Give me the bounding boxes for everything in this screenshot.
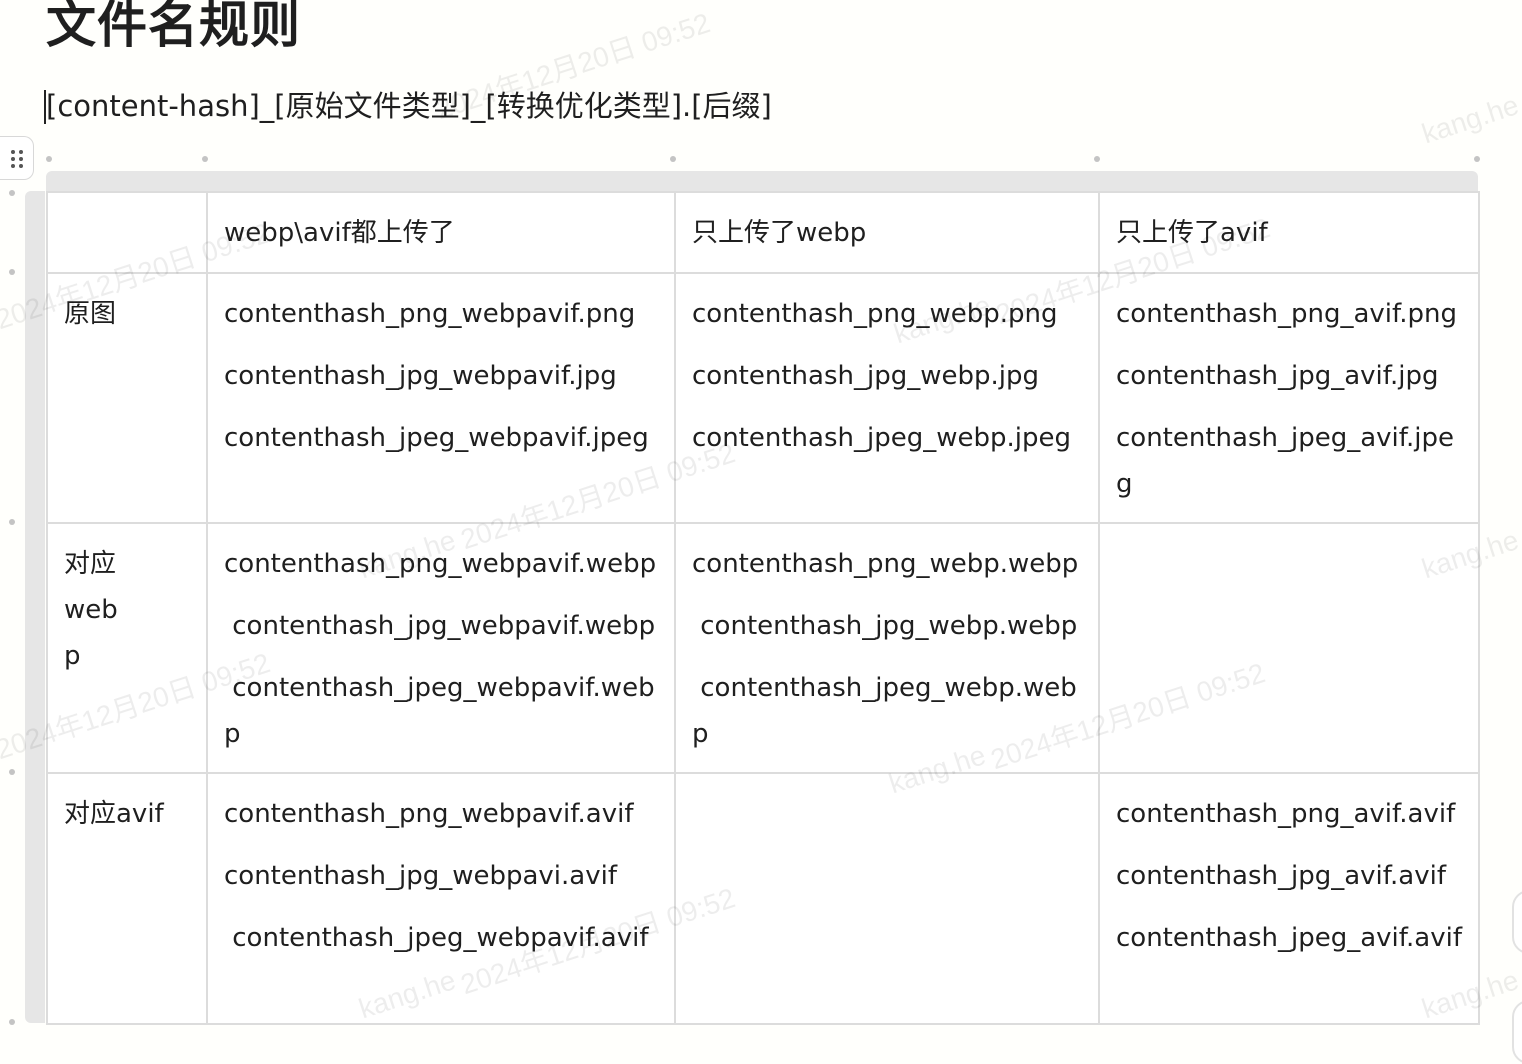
row-label-webp[interactable]: 对应webp (46, 522, 208, 774)
filename-text: contenthash_png_webpavif.avif (224, 799, 634, 829)
table-cell[interactable]: contenthash_png_webp.webp contenthash_jp… (674, 522, 1100, 774)
row-resize-dot[interactable] (9, 769, 15, 775)
filename-text: contenthash_jpeg_webp.webp (692, 673, 1077, 749)
filename-text: contenthash_png_avif.avif (1116, 799, 1456, 829)
filename-text: contenthash_jpeg_avif.jpeg (1116, 423, 1454, 499)
filename-text: contenthash_jpeg_avif.avif (1116, 923, 1462, 953)
filename-rule-text[interactable]: [content-hash]_[原始文件类型]_[转换优化类型].[后缀] (46, 86, 772, 126)
table-header-row: webp\avif都上传了 只上传了webp 只上传了avif (46, 191, 1480, 274)
floating-side-button[interactable] (1512, 1000, 1522, 1064)
filename-text: contenthash_png_webp.webp (692, 549, 1079, 579)
filename-text: contenthash_png_webpavif.png (224, 299, 636, 329)
table-column-selector-bar[interactable] (46, 171, 1478, 191)
empty-table-cell[interactable] (1098, 522, 1480, 774)
column-resize-dot[interactable] (670, 156, 676, 162)
table-row: 对应avif contenthash_png_webpavif.avif con… (46, 772, 1480, 1025)
empty-table-cell[interactable] (674, 772, 1100, 1025)
table-cell[interactable]: contenthash_png_webpavif.png contenthash… (206, 272, 676, 524)
table-cell[interactable] (46, 191, 208, 274)
filename-text: contenthash_png_webpavif.webp (224, 549, 657, 579)
table-cell[interactable]: contenthash_png_avif.avif contenthash_jp… (1098, 772, 1480, 1025)
column-resize-dot[interactable] (202, 156, 208, 162)
column-resize-dot[interactable] (1474, 156, 1480, 162)
filename-text: contenthash_png_webp.png (692, 299, 1058, 329)
row-label-text: 对应webp (64, 549, 118, 671)
floating-side-button[interactable] (1512, 890, 1522, 954)
filename-text: contenthash_jpg_webpavi.avif (224, 861, 617, 891)
page-title: 文件名规则 (46, 0, 301, 54)
filename-text: contenthash_jpeg_webp.jpeg (692, 423, 1071, 453)
row-resize-dot[interactable] (9, 1019, 15, 1025)
filename-text: contenthash_jpg_webpavif.webp (224, 611, 656, 641)
header-cell-avif-only[interactable]: 只上传了avif (1098, 191, 1480, 274)
table-row: 原图 contenthash_png_webpavif.png contenth… (46, 272, 1480, 524)
watermark-text: kang.he (1418, 89, 1522, 150)
table-cell[interactable]: contenthash_png_webp.png contenthash_jpg… (674, 272, 1100, 524)
header-cell-webp-only[interactable]: 只上传了webp (674, 191, 1100, 274)
table-row: 对应webp contenthash_png_webpavif.webp con… (46, 522, 1480, 774)
row-label-original[interactable]: 原图 (46, 272, 208, 524)
header-cell-webp-avif[interactable]: webp\avif都上传了 (206, 191, 676, 274)
filename-text: contenthash_jpg_avif.jpg (1116, 361, 1439, 391)
table-cell[interactable]: contenthash_png_webpavif.webp contenthas… (206, 522, 676, 774)
table-cell[interactable]: contenthash_png_webpavif.avif contenthas… (206, 772, 676, 1025)
row-resize-dot[interactable] (9, 519, 15, 525)
row-label-avif[interactable]: 对应avif (46, 772, 208, 1025)
table-row-selector-bar[interactable] (25, 191, 45, 1023)
column-resize-dot[interactable] (46, 156, 52, 162)
column-resize-dot[interactable] (1094, 156, 1100, 162)
row-resize-dot[interactable] (9, 269, 15, 275)
filename-text: contenthash_jpg_webp.webp (692, 611, 1078, 641)
filename-text: contenthash_jpeg_webpavif.webp (224, 673, 655, 749)
block-drag-handle[interactable] (0, 136, 34, 180)
table-cell[interactable]: contenthash_png_avif.png contenthash_jpg… (1098, 272, 1480, 524)
filename-rules-table: webp\avif都上传了 只上传了webp 只上传了avif 原图 conte… (46, 191, 1480, 1025)
filename-text: contenthash_jpg_webpavif.jpg (224, 361, 617, 391)
filename-text: contenthash_jpg_webp.jpg (692, 361, 1039, 391)
filename-text: contenthash_jpeg_webpavif.avif (224, 923, 649, 953)
drag-dots-icon (11, 150, 23, 168)
filename-text: contenthash_jpg_avif.avif (1116, 861, 1446, 891)
filename-text: contenthash_png_avif.png (1116, 299, 1458, 329)
row-resize-dot[interactable] (9, 190, 15, 196)
filename-text: contenthash_jpeg_webpavif.jpeg (224, 423, 649, 453)
